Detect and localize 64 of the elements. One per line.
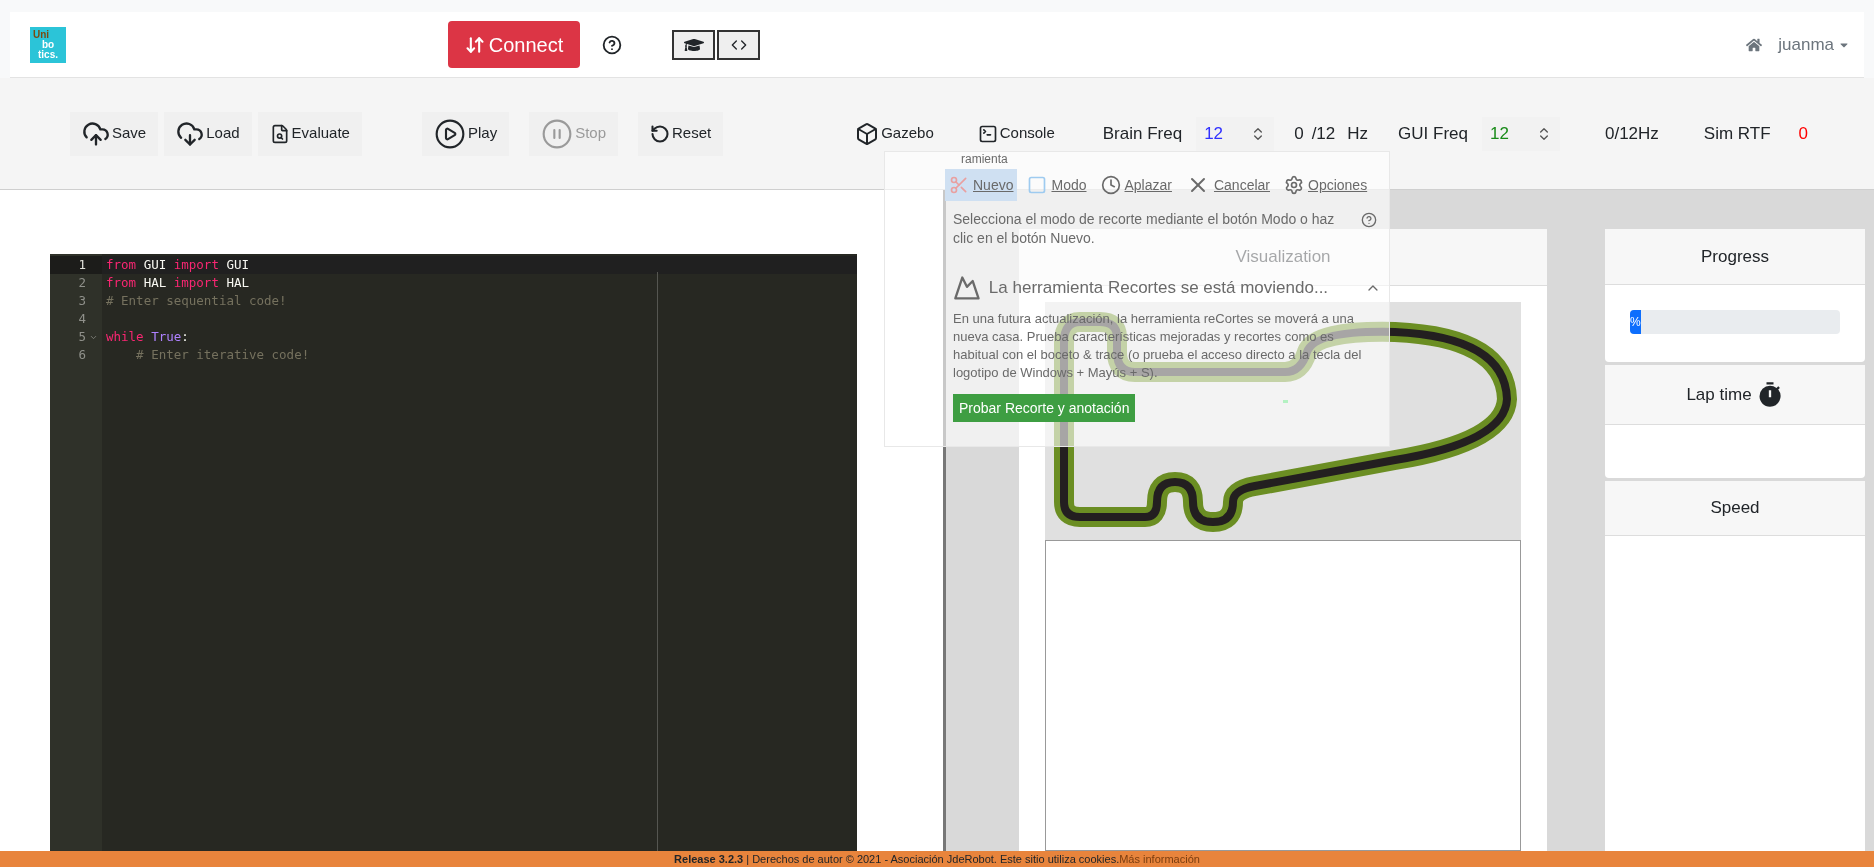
brain-freq-label: Brain Freq [1102, 122, 1183, 145]
snip-toolbar-button[interactable]: Cancelar [1181, 169, 1274, 201]
more-info-link[interactable]: Más información [1119, 853, 1200, 865]
clock-icon [1100, 175, 1121, 195]
line-number: 6 [78, 346, 86, 364]
card-title: Visualization [1235, 246, 1331, 269]
help-icon[interactable] [602, 34, 622, 55]
card-title: Speed [1710, 497, 1760, 520]
brain-freq-max: /12 [1311, 122, 1336, 145]
sim-rtf-value: 0 [1798, 122, 1809, 145]
hint-text: Selecciona el modo de recorte mediante el botón Modo o haz clic en el botón Nuevo. [953, 210, 1336, 248]
window-title: ramienta [961, 152, 1008, 166]
line-number: 4 [78, 310, 86, 328]
play-icon [433, 117, 466, 150]
connect-button[interactable]: Connect [448, 21, 580, 68]
notice-heading: La herramienta Recortes se está moviendo... [988, 277, 1330, 300]
code-editor[interactable]: 1 2 3 4 5 6 from GUI import GUI from HAL import HAL # Enter sequential code! while True: # Enter iterative code! [50, 254, 857, 851]
brain-freq-unit: Hz [1347, 122, 1369, 145]
snip-toolbar-button[interactable]: Aplazar [1096, 169, 1176, 201]
code-button[interactable] [717, 29, 760, 60]
sim-rtf-label: Sim RTF [1703, 122, 1771, 145]
line-number: 1 [78, 256, 86, 274]
snip-logo-icon [953, 274, 981, 302]
rectangle-icon [1027, 175, 1048, 195]
cloud-upload-icon [82, 119, 110, 148]
toolbar-button[interactable]: Load [164, 111, 252, 156]
brain-freq-current: 0 [1294, 122, 1304, 145]
line-number: 2 [78, 274, 86, 292]
reset-icon [650, 123, 670, 144]
code-line: # Enter iterative code! [135, 347, 310, 362]
snip-toolbar-button[interactable]: Opciones [1280, 169, 1372, 201]
snip-toolbar-button[interactable]: Modo [1023, 169, 1091, 201]
toolbar-button[interactable]: Evaluate [257, 111, 362, 156]
home-icon[interactable] [1746, 36, 1763, 53]
toolbar-button[interactable]: Gazebo [843, 116, 946, 151]
scissors-icon [949, 175, 969, 195]
car-marker [1283, 400, 1288, 403]
settings-icon [1284, 175, 1304, 195]
gui-freq-reading: 0/12Hz [1604, 122, 1659, 145]
code-line: while True: [106, 329, 189, 344]
card-title: Progress [1701, 245, 1769, 268]
toolbar-button[interactable]: Save [70, 111, 159, 156]
code-line: from GUI import GUI [106, 257, 249, 272]
card-title: Lap time [1686, 383, 1752, 406]
gui-freq-label: GUI Freq [1398, 122, 1468, 145]
graduation-cap-button[interactable] [672, 29, 715, 60]
footer-text: Release 3.2.3 | Derechos de autor © 2021 - Asociación JdeRobot. Este sitio utiliza cookies. [674, 853, 1120, 865]
logo[interactable]: Uni bo tics. [30, 26, 66, 63]
progress-fill: % [1630, 310, 1641, 334]
cloud-download-icon [176, 119, 205, 148]
user-menu[interactable]: juanma [1778, 31, 1850, 58]
line-number: 3 [78, 292, 86, 310]
cube-icon [855, 121, 880, 146]
swap-arrows-icon [464, 34, 485, 55]
toolbar-button[interactable]: Play [421, 111, 510, 156]
code-line: # Enter sequential code! [106, 293, 287, 308]
pause-icon [541, 117, 574, 150]
line-number: 5 [78, 328, 86, 346]
snip-toolbar-button[interactable]: Nuevo [945, 169, 1018, 201]
code-line: from HAL import HAL [106, 275, 249, 290]
toolbar-button[interactable]: Reset [638, 111, 724, 156]
try-snip-button[interactable]: Probar Recorte y anotación [953, 394, 1136, 422]
toolbar-button[interactable]: Console [965, 116, 1067, 151]
terminal-icon [977, 123, 998, 144]
